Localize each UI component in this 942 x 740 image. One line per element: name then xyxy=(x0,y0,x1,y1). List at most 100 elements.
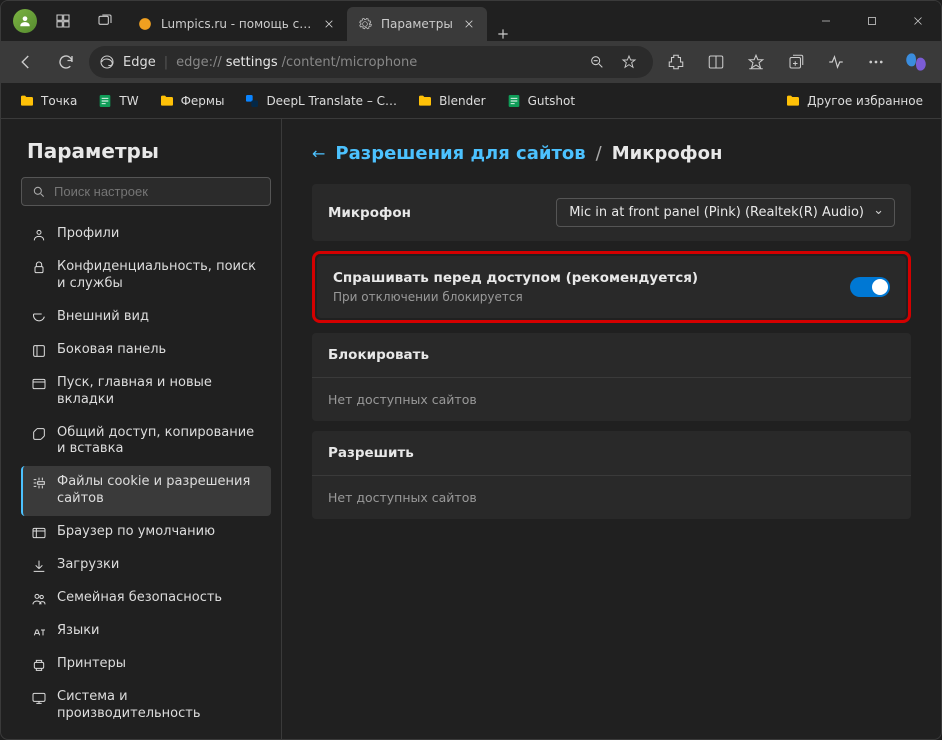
split-icon[interactable] xyxy=(699,45,733,79)
bookmark-label: Точка xyxy=(41,94,77,108)
collections-icon[interactable] xyxy=(779,45,813,79)
sidebar-item[interactable]: Пуск, главная и новые вкладки xyxy=(21,367,271,417)
nav-icon xyxy=(31,690,47,706)
settings-search[interactable] xyxy=(21,177,271,206)
sidebar-item[interactable]: Общий доступ, копирование и вставка xyxy=(21,417,271,467)
nav-label: Семейная безопасность xyxy=(57,590,222,607)
sidebar-item[interactable]: Конфиденциальность, поиск и службы xyxy=(21,251,271,301)
nav-icon xyxy=(31,260,47,276)
sidebar-item[interactable]: Принтеры xyxy=(21,648,271,681)
allow-empty: Нет доступных сайтов xyxy=(312,475,911,519)
workspaces-icon[interactable] xyxy=(47,13,79,29)
bookmark-label: TW xyxy=(119,94,138,108)
ask-toggle[interactable] xyxy=(850,277,890,297)
tab-lumpics[interactable]: Lumpics.ru - помощь с компьют xyxy=(127,7,347,41)
nav-label: Языки xyxy=(57,623,100,640)
ask-sublabel: При отключении блокируется xyxy=(333,290,698,304)
nav-icon xyxy=(31,475,47,491)
nav-icon xyxy=(31,227,47,243)
zoom-icon[interactable] xyxy=(583,45,611,79)
sidebar-item[interactable]: Семейная безопасность xyxy=(21,582,271,615)
sidebar-item[interactable]: Боковая панель xyxy=(21,334,271,367)
nav-icon xyxy=(31,426,47,442)
favorites-icon[interactable] xyxy=(739,45,773,79)
tab-label: Lumpics.ru - помощь с компьют xyxy=(161,17,313,31)
breadcrumb: ← Разрешения для сайтов / Микрофон xyxy=(312,143,911,164)
browser-name: Edge xyxy=(123,55,156,70)
ask-before-access-card: Спрашивать перед доступом (рекомендуется… xyxy=(317,256,906,318)
settings-search-input[interactable] xyxy=(54,184,260,199)
edge-icon xyxy=(99,54,115,70)
bookmark-item[interactable]: Gutshot xyxy=(498,89,584,113)
refresh-button[interactable] xyxy=(49,45,83,79)
bookmark-item[interactable]: Blender xyxy=(409,89,494,113)
sidebar-item[interactable]: Внешний вид xyxy=(21,301,271,334)
bookmarks-overflow[interactable]: Другое избранное xyxy=(777,89,931,113)
sidebar-item[interactable]: Сбросить настройки xyxy=(21,731,271,739)
bookmark-item[interactable]: TW xyxy=(89,89,146,113)
settings-main: ← Разрешения для сайтов / Микрофон Микро… xyxy=(282,119,941,739)
sidebar-item[interactable]: Файлы cookie и разрешения сайтов xyxy=(21,466,271,516)
nav-icon xyxy=(31,558,47,574)
nav-label: Внешний вид xyxy=(57,309,149,326)
new-tab-button[interactable] xyxy=(487,27,519,41)
address-bar[interactable]: Edge | edge://settings/content/microphon… xyxy=(89,46,653,78)
nav-label: Боковая панель xyxy=(57,342,166,359)
nav-label: Принтеры xyxy=(57,656,126,673)
bookmark-label: Blender xyxy=(439,94,486,108)
bookmark-item[interactable]: DeepL Translate – C… xyxy=(236,89,405,113)
allow-label: Разрешить xyxy=(328,445,414,461)
gear-icon xyxy=(357,16,373,32)
nav-label: Профили xyxy=(57,226,119,243)
copilot-icon[interactable] xyxy=(899,45,933,79)
sidebar-item[interactable]: Загрузки xyxy=(21,549,271,582)
tab-settings[interactable]: Параметры xyxy=(347,7,487,41)
nav-label: Общий доступ, копирование и вставка xyxy=(57,425,261,459)
nav-label: Файлы cookie и разрешения сайтов xyxy=(57,474,261,508)
tab-close-icon[interactable] xyxy=(321,16,337,32)
nav-label: Конфиденциальность, поиск и службы xyxy=(57,259,261,293)
device-label: Микрофон xyxy=(328,205,411,221)
sidebar-item[interactable]: Профили xyxy=(21,218,271,251)
breadcrumb-back-icon[interactable]: ← xyxy=(312,144,325,163)
nav-icon xyxy=(31,310,47,326)
minimize-button[interactable] xyxy=(803,1,849,41)
bookmark-item[interactable]: Фермы xyxy=(151,89,233,113)
nav-label: Загрузки xyxy=(57,557,119,574)
allow-card: Разрешить Нет доступных сайтов xyxy=(312,431,911,519)
nav-icon xyxy=(31,624,47,640)
sidebar-item[interactable]: Браузер по умолчанию xyxy=(21,516,271,549)
nav-icon xyxy=(31,525,47,541)
close-button[interactable] xyxy=(895,1,941,41)
extensions-icon[interactable] xyxy=(659,45,693,79)
tab-overview-icon[interactable] xyxy=(89,13,121,29)
tab-close-icon[interactable] xyxy=(461,16,477,32)
device-card: Микрофон Mic in at front panel (Pink) (R… xyxy=(312,184,911,241)
favorite-icon[interactable] xyxy=(615,45,643,79)
device-dropdown[interactable]: Mic in at front panel (Pink) (Realtek(R)… xyxy=(556,198,895,227)
maximize-button[interactable] xyxy=(849,1,895,41)
block-empty: Нет доступных сайтов xyxy=(312,377,911,421)
breadcrumb-parent[interactable]: Разрешения для сайтов xyxy=(335,143,585,164)
settings-title: Параметры xyxy=(21,139,271,163)
block-card: Блокировать Нет доступных сайтов xyxy=(312,333,911,421)
bookmark-item[interactable]: Точка xyxy=(11,89,85,113)
bookmarks-overflow-label: Другое избранное xyxy=(807,94,923,108)
browser-toolbar: Edge | edge://settings/content/microphon… xyxy=(1,41,941,83)
nav-icon xyxy=(31,376,47,392)
profile-avatar[interactable] xyxy=(13,9,37,33)
ask-label: Спрашивать перед доступом (рекомендуется… xyxy=(333,270,698,286)
breadcrumb-current: Микрофон xyxy=(612,143,723,164)
bookmark-label: DeepL Translate – C… xyxy=(266,94,397,108)
nav-label: Система и производительность xyxy=(57,689,261,723)
sidebar-item[interactable]: Языки xyxy=(21,615,271,648)
back-button[interactable] xyxy=(9,45,43,79)
sidebar-item[interactable]: Система и производительность xyxy=(21,681,271,731)
tab-label: Параметры xyxy=(381,17,453,31)
nav-label: Браузер по умолчанию xyxy=(57,524,215,541)
menu-icon[interactable] xyxy=(859,45,893,79)
performance-icon[interactable] xyxy=(819,45,853,79)
nav-icon xyxy=(31,657,47,673)
block-label: Блокировать xyxy=(328,347,429,363)
settings-sidebar: Параметры Профили Конфиденциальность, пои… xyxy=(1,119,281,739)
